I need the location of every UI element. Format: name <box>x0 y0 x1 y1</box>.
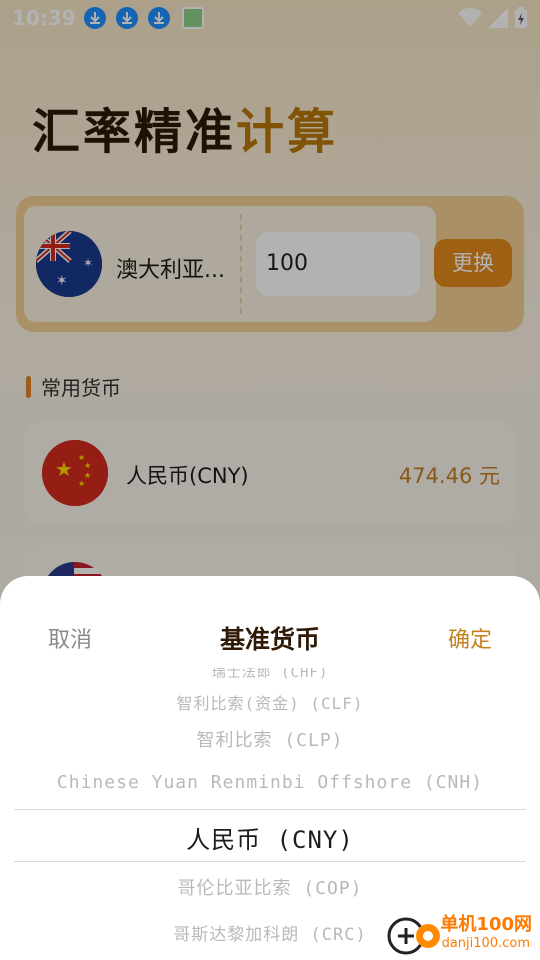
picker-option[interactable]: 智利比索 (CLP) <box>0 726 540 752</box>
picker-option[interactable]: 智利比索(资金) (CLF) <box>0 690 540 714</box>
watermark-url: danji100.com <box>441 936 530 951</box>
picker-option[interactable]: Chinese Yuan Renminbi Offshore (CNH) <box>0 772 540 793</box>
site-watermark: 单机100网 danji100.com <box>386 906 534 958</box>
picker-option-selected[interactable]: 人民币 (CNY) <box>0 820 540 855</box>
picker-selection-line <box>14 809 526 810</box>
watermark-text: 单机100网 <box>440 914 532 935</box>
picker-selection-line <box>14 861 526 862</box>
currency-picker-sheet: 取消 基准货币 确定 瑞士法郎 (CHF) 智利比索(资金) (CLF) 智利比… <box>0 576 540 960</box>
confirm-button[interactable]: 确定 <box>448 622 492 654</box>
watermark-logo-icon <box>387 917 440 955</box>
picker-option[interactable]: 瑞士法郎 (CHF) <box>0 668 540 680</box>
picker-option[interactable]: 哥伦比亚比索 (COP) <box>0 874 540 900</box>
